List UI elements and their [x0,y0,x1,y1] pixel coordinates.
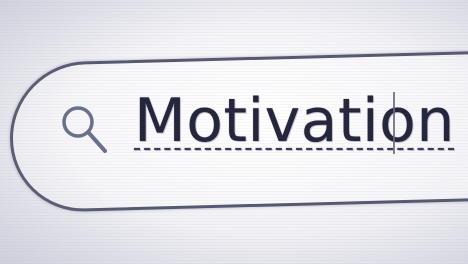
screen: Motivation [0,0,468,264]
search-icon[interactable] [58,102,114,158]
search-input[interactable]: Motivation [134,86,455,156]
text-cursor [393,92,395,154]
